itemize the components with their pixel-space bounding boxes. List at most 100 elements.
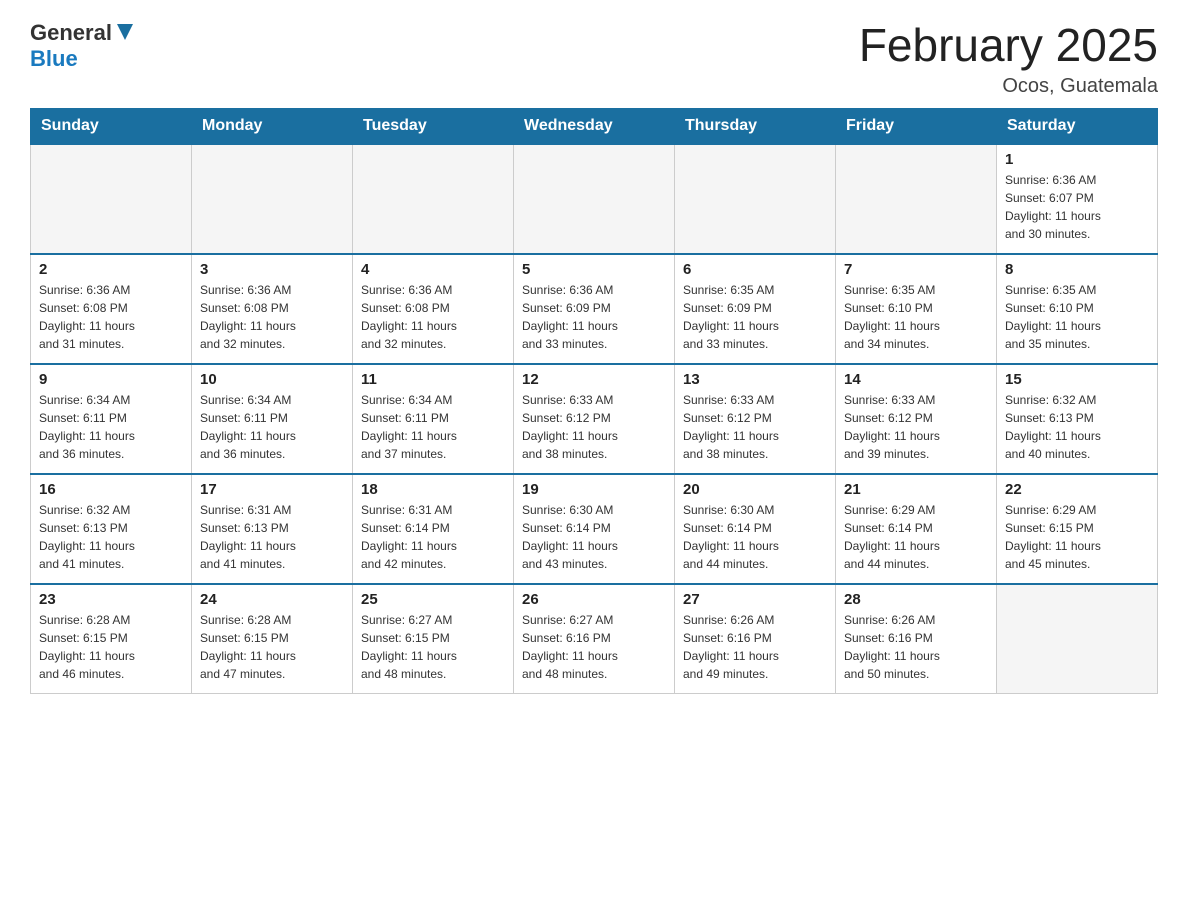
calendar-cell: 16 Sunrise: 6:32 AM Sunset: 6:13 PM Dayli…: [31, 474, 192, 584]
day-number: 3: [200, 261, 344, 278]
day-info: Sunrise: 6:34 AM Sunset: 6:11 PM Dayligh…: [200, 391, 344, 463]
day-number: 23: [39, 591, 183, 608]
day-info: Sunrise: 6:35 AM Sunset: 6:10 PM Dayligh…: [844, 281, 988, 353]
month-title: February 2025: [859, 20, 1158, 71]
calendar-cell: 5Sunrise: 6:36 AM Sunset: 6:09 PM Daylig…: [514, 254, 675, 364]
calendar-week-4: 16 Sunrise: 6:32 AM Sunset: 6:13 PM Dayli…: [31, 474, 1158, 584]
calendar-week-1: 1Sunrise: 6:36 AM Sunset: 6:07 PM Daylig…: [31, 144, 1158, 254]
calendar-cell: 22 Sunrise: 6:29 AM Sunset: 6:15 PM Dayli…: [997, 474, 1158, 584]
day-info: Sunrise: 6:31 AM Sunset: 6:13 PM Dayligh…: [200, 501, 344, 573]
day-number: 25: [361, 591, 505, 608]
day-info: Sunrise: 6:36 AM Sunset: 6:08 PM Dayligh…: [361, 281, 505, 353]
day-info: Sunrise: 6:33 AM Sunset: 6:12 PM Dayligh…: [522, 391, 666, 463]
weekday-header-saturday: Saturday: [997, 108, 1158, 144]
day-info: Sunrise: 6:26 AM Sunset: 6:16 PM Dayligh…: [683, 611, 827, 683]
day-number: 10: [200, 371, 344, 388]
calendar-cell: 28 Sunrise: 6:26 AM Sunset: 6:16 PM Dayli…: [836, 584, 997, 694]
weekday-header-tuesday: Tuesday: [353, 108, 514, 144]
day-info: Sunrise: 6:32 AM Sunset: 6:13 PM Dayligh…: [1005, 391, 1149, 463]
day-info: Sunrise: 6:27 AM Sunset: 6:16 PM Dayligh…: [522, 611, 666, 683]
weekday-header-thursday: Thursday: [675, 108, 836, 144]
day-number: 2: [39, 261, 183, 278]
day-number: 28: [844, 591, 988, 608]
calendar-cell: 13 Sunrise: 6:33 AM Sunset: 6:12 PM Dayli…: [675, 364, 836, 474]
calendar-table: SundayMondayTuesdayWednesdayThursdayFrid…: [30, 108, 1158, 695]
calendar-cell: 9 Sunrise: 6:34 AM Sunset: 6:11 PM Daylig…: [31, 364, 192, 474]
day-number: 5: [522, 261, 666, 278]
day-number: 27: [683, 591, 827, 608]
calendar-cell: [675, 144, 836, 254]
calendar-cell: [353, 144, 514, 254]
calendar-cell: 7Sunrise: 6:35 AM Sunset: 6:10 PM Daylig…: [836, 254, 997, 364]
calendar-cell: 26 Sunrise: 6:27 AM Sunset: 6:16 PM Dayli…: [514, 584, 675, 694]
calendar-cell: 19 Sunrise: 6:30 AM Sunset: 6:14 PM Dayli…: [514, 474, 675, 584]
calendar-cell: 24Sunrise: 6:28 AM Sunset: 6:15 PM Dayli…: [192, 584, 353, 694]
calendar-cell: [836, 144, 997, 254]
day-number: 19: [522, 481, 666, 498]
day-info: Sunrise: 6:34 AM Sunset: 6:11 PM Dayligh…: [361, 391, 505, 463]
logo-blue-text: Blue: [30, 46, 78, 71]
day-number: 1: [1005, 151, 1149, 168]
day-info: Sunrise: 6:28 AM Sunset: 6:15 PM Dayligh…: [39, 611, 183, 683]
calendar-cell: 15 Sunrise: 6:32 AM Sunset: 6:13 PM Dayli…: [997, 364, 1158, 474]
calendar-week-3: 9 Sunrise: 6:34 AM Sunset: 6:11 PM Daylig…: [31, 364, 1158, 474]
calendar-cell: 2Sunrise: 6:36 AM Sunset: 6:08 PM Daylig…: [31, 254, 192, 364]
title-block: February 2025 Ocos, Guatemala: [859, 20, 1158, 98]
weekday-header-wednesday: Wednesday: [514, 108, 675, 144]
day-number: 21: [844, 481, 988, 498]
day-number: 8: [1005, 261, 1149, 278]
day-info: Sunrise: 6:33 AM Sunset: 6:12 PM Dayligh…: [844, 391, 988, 463]
calendar-cell: [31, 144, 192, 254]
day-info: Sunrise: 6:29 AM Sunset: 6:14 PM Dayligh…: [844, 501, 988, 573]
calendar-cell: 17 Sunrise: 6:31 AM Sunset: 6:13 PM Dayli…: [192, 474, 353, 584]
calendar-cell: 12 Sunrise: 6:33 AM Sunset: 6:12 PM Dayli…: [514, 364, 675, 474]
calendar-cell: 23 Sunrise: 6:28 AM Sunset: 6:15 PM Dayli…: [31, 584, 192, 694]
calendar-cell: 1Sunrise: 6:36 AM Sunset: 6:07 PM Daylig…: [997, 144, 1158, 254]
calendar-cell: 20Sunrise: 6:30 AM Sunset: 6:14 PM Dayli…: [675, 474, 836, 584]
calendar-cell: 14 Sunrise: 6:33 AM Sunset: 6:12 PM Dayli…: [836, 364, 997, 474]
calendar-cell: [514, 144, 675, 254]
day-number: 6: [683, 261, 827, 278]
day-number: 12: [522, 371, 666, 388]
day-number: 9: [39, 371, 183, 388]
day-info: Sunrise: 6:32 AM Sunset: 6:13 PM Dayligh…: [39, 501, 183, 573]
weekday-header-monday: Monday: [192, 108, 353, 144]
day-info: Sunrise: 6:35 AM Sunset: 6:09 PM Dayligh…: [683, 281, 827, 353]
day-number: 14: [844, 371, 988, 388]
calendar-cell: 25 Sunrise: 6:27 AM Sunset: 6:15 PM Dayli…: [353, 584, 514, 694]
calendar-week-2: 2 Sunrise: 6:36 AM Sunset: 6:08 PM Daylig…: [31, 254, 1158, 364]
day-number: 4: [361, 261, 505, 278]
day-info: Sunrise: 6:36 AM Sunset: 6:08 PM Dayligh…: [200, 281, 344, 353]
logo-general-text: General: [30, 20, 112, 46]
calendar-cell: 18 Sunrise: 6:31 AM Sunset: 6:14 PM Dayli…: [353, 474, 514, 584]
day-info: Sunrise: 6:30 AM Sunset: 6:14 PM Dayligh…: [522, 501, 666, 573]
calendar-cell: [997, 584, 1158, 694]
day-info: Sunrise: 6:31 AM Sunset: 6:14 PM Dayligh…: [361, 501, 505, 573]
calendar-cell: [192, 144, 353, 254]
day-info: Sunrise: 6:28 AM Sunset: 6:15 PM Dayligh…: [200, 611, 344, 683]
calendar-cell: 3 Sunrise: 6:36 AM Sunset: 6:08 PM Daylig…: [192, 254, 353, 364]
calendar-cell: 27 Sunrise: 6:26 AM Sunset: 6:16 PM Dayli…: [675, 584, 836, 694]
day-info: Sunrise: 6:34 AM Sunset: 6:11 PM Dayligh…: [39, 391, 183, 463]
day-number: 15: [1005, 371, 1149, 388]
location-text: Ocos, Guatemala: [859, 75, 1158, 98]
logo: General Blue: [30, 20, 136, 72]
weekday-header-sunday: Sunday: [31, 108, 192, 144]
day-number: 18: [361, 481, 505, 498]
day-number: 26: [522, 591, 666, 608]
day-info: Sunrise: 6:33 AM Sunset: 6:12 PM Dayligh…: [683, 391, 827, 463]
calendar-cell: 8Sunrise: 6:35 AM Sunset: 6:10 PM Daylig…: [997, 254, 1158, 364]
calendar-cell: 11Sunrise: 6:34 AM Sunset: 6:11 PM Dayli…: [353, 364, 514, 474]
day-number: 22: [1005, 481, 1149, 498]
day-number: 17: [200, 481, 344, 498]
day-info: Sunrise: 6:27 AM Sunset: 6:15 PM Dayligh…: [361, 611, 505, 683]
calendar-cell: 21 Sunrise: 6:29 AM Sunset: 6:14 PM Dayli…: [836, 474, 997, 584]
calendar-header-row: SundayMondayTuesdayWednesdayThursdayFrid…: [31, 108, 1158, 144]
day-number: 16: [39, 481, 183, 498]
day-info: Sunrise: 6:29 AM Sunset: 6:15 PM Dayligh…: [1005, 501, 1149, 573]
day-info: Sunrise: 6:30 AM Sunset: 6:14 PM Dayligh…: [683, 501, 827, 573]
calendar-cell: 4 Sunrise: 6:36 AM Sunset: 6:08 PM Daylig…: [353, 254, 514, 364]
page-header: General Blue February 2025 Ocos, Guatema…: [30, 20, 1158, 98]
day-info: Sunrise: 6:26 AM Sunset: 6:16 PM Dayligh…: [844, 611, 988, 683]
day-number: 13: [683, 371, 827, 388]
